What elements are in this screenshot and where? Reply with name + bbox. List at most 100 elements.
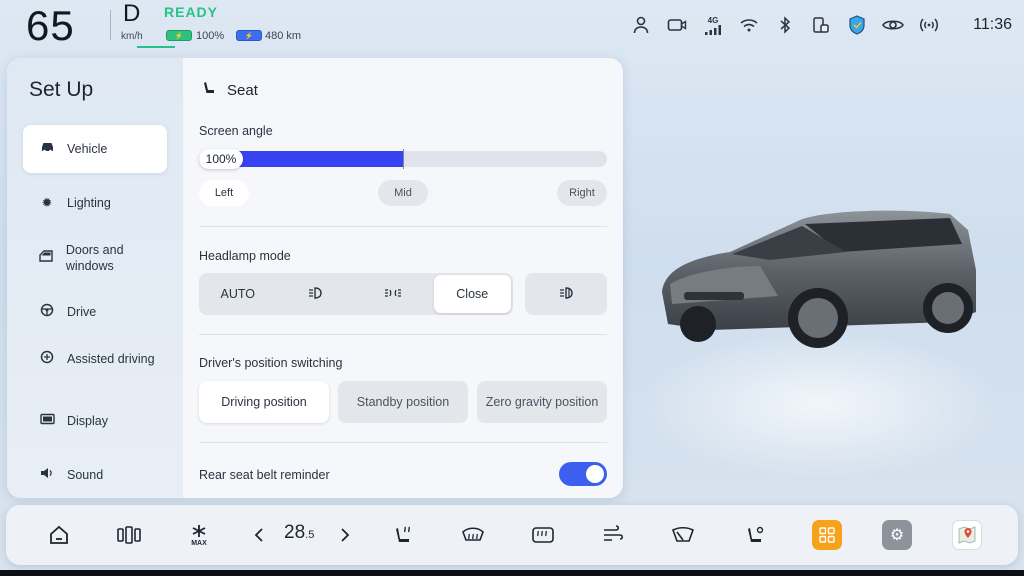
speed-unit: km/h (121, 31, 143, 42)
light-icon: ✹ (41, 195, 53, 210)
sidebar-item-display[interactable]: Display (23, 397, 167, 445)
map-app-icon[interactable] (952, 520, 982, 550)
app-grid-icon[interactable] (812, 520, 842, 550)
status-bar: 65 D km/h READY ⚡ 100% ⚡ 480 km 4G 11:36 (0, 0, 1024, 52)
svg-text:MAX: MAX (191, 540, 207, 546)
fog-light-button[interactable] (525, 273, 607, 315)
sidebar-item-label: Display (67, 414, 108, 428)
panel-title: Set Up (29, 78, 94, 101)
air-flow-icon[interactable] (598, 520, 628, 550)
shield-icon[interactable] (846, 12, 868, 38)
multitask-icon[interactable] (114, 520, 144, 550)
headlamp-close-button[interactable]: Close (433, 275, 511, 313)
rear-defrost-icon[interactable] (528, 520, 558, 550)
bluetooth-icon[interactable] (774, 12, 796, 38)
sidebar-item-label: Doors and windows (65, 243, 124, 273)
angle-left-button[interactable]: Left (199, 180, 249, 206)
settings-content: Seat Screen angle 100% Left Mid Right He… (183, 58, 623, 498)
temperature-decimal: .5 (305, 529, 315, 541)
screen-bottom-edge (0, 570, 1024, 576)
settings-gear-icon[interactable]: ⚙ (882, 520, 912, 550)
front-defrost-icon[interactable] (458, 520, 488, 550)
seat-heat-icon[interactable] (388, 520, 418, 550)
sidebar-item-label: Sound (67, 468, 104, 482)
standby-position-button[interactable]: Standby position (338, 381, 468, 423)
wiper-icon[interactable] (668, 520, 698, 550)
speed-readout: 65 (26, 2, 75, 49)
toggle-knob (586, 465, 604, 483)
car-icon (39, 141, 55, 157)
person-icon[interactable] (630, 12, 652, 38)
headlamp-low-beam-button[interactable] (277, 273, 355, 315)
settings-sidebar: Set Up Vehicle ✹ Lighting Doors and wind… (7, 58, 183, 498)
screen-angle-label: Screen angle (199, 124, 273, 138)
slider-mid-tick (403, 149, 404, 169)
divider (199, 226, 607, 227)
divider (199, 442, 607, 443)
network-label: 4G (707, 15, 719, 25)
section-header: Seat (201, 80, 258, 100)
home-icon[interactable] (44, 520, 74, 550)
assist-icon (39, 350, 55, 368)
sidebar-item-assisted-driving[interactable]: Assisted driving (23, 335, 167, 383)
sidebar-item-doors-and-windows[interactable]: Doors and windows (23, 234, 167, 282)
slider-value[interactable]: 100% (199, 149, 243, 169)
clock: 11:36 (973, 16, 1012, 33)
broadcast-icon[interactable] (918, 12, 940, 38)
headlamp-position-lights-button[interactable] (354, 273, 432, 315)
sidebar-item-vehicle[interactable]: Vehicle (23, 125, 167, 173)
max-ac-icon[interactable]: MAX (184, 520, 214, 550)
divider (110, 10, 111, 40)
section-title: Seat (227, 81, 258, 99)
temp-increase-icon[interactable] (330, 520, 360, 550)
vehicle-image (662, 210, 976, 348)
headlamp-auto-button[interactable]: AUTO (199, 273, 277, 315)
eye-icon[interactable] (882, 12, 904, 38)
sidebar-item-label: Vehicle (67, 142, 108, 156)
temperature-value: 28 (284, 522, 306, 543)
bottom-dock: MAX 28.5 ⚙ (6, 505, 1018, 565)
display-icon (39, 413, 55, 429)
driving-position-button[interactable]: Driving position (199, 381, 329, 423)
sidebar-item-label: Lighting (67, 196, 111, 210)
headlamp-auto-label: AUTO (220, 286, 256, 301)
seat-ventilation-icon[interactable] (740, 520, 770, 550)
sidebar-item-label: Assisted driving (67, 352, 155, 366)
sidebar-item-label: Drive (67, 305, 97, 319)
temp-decrease-icon[interactable] (244, 520, 274, 550)
headlamp-mode-selector: AUTO Close (199, 273, 513, 315)
gear-indicator: D (123, 0, 141, 27)
battery-percentage: 100% (196, 30, 225, 42)
range-icon: ⚡ (236, 30, 262, 41)
angle-mid-button[interactable]: Mid (378, 180, 428, 206)
camera-icon[interactable] (666, 12, 688, 38)
settings-panel: Set Up Vehicle ✹ Lighting Doors and wind… (7, 58, 623, 498)
sidebar-item-drive[interactable]: Drive (23, 288, 167, 336)
divider (199, 334, 607, 335)
fog-light-icon (558, 286, 574, 302)
status-icons: 4G (630, 12, 940, 38)
belt-reminder-toggle[interactable] (559, 462, 607, 486)
steering-wheel-icon (39, 303, 55, 321)
battery-icon: ⚡ (166, 30, 192, 41)
door-icon (39, 250, 54, 266)
speaker-icon (39, 467, 55, 483)
phone-link-icon[interactable] (810, 12, 832, 38)
temperature-readout: 28.5 (284, 522, 314, 544)
range-readout: 480 km (265, 30, 302, 42)
ready-indicator: READY (164, 4, 219, 20)
position-label: Driver's position switching (199, 356, 343, 370)
sidebar-item-lighting[interactable]: ✹ Lighting (23, 179, 167, 227)
zero-gravity-position-button[interactable]: Zero gravity position (477, 381, 607, 423)
belt-reminder-label: Rear seat belt reminder (199, 468, 330, 482)
position-lights-icon (384, 287, 402, 302)
angle-right-button[interactable]: Right (557, 180, 607, 206)
headlamp-label: Headlamp mode (199, 249, 291, 263)
wifi-icon[interactable] (738, 12, 760, 38)
seat-icon (201, 80, 217, 100)
screen-angle-slider[interactable]: 100% (199, 149, 607, 169)
sidebar-item-sound[interactable]: Sound (23, 451, 167, 498)
speed-bar (137, 46, 175, 48)
low-beam-icon (307, 286, 323, 302)
signal-4g-icon: 4G (702, 12, 724, 38)
